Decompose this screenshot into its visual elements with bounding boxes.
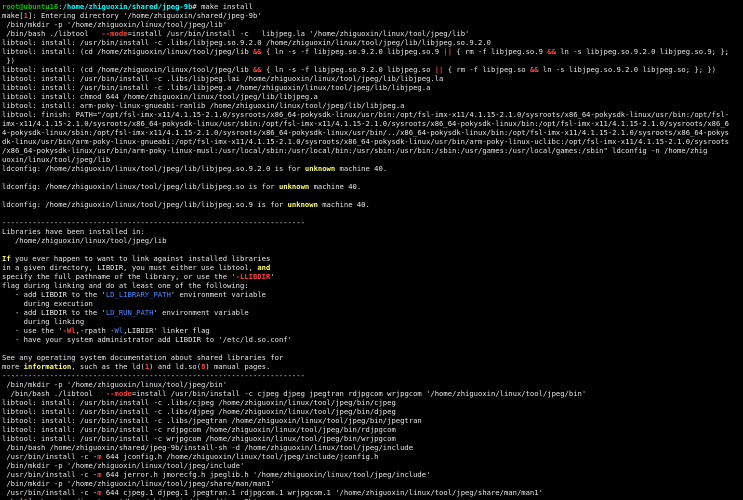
- output-line: libtool: install: chmod 644 /home/zhiguo…: [2, 92, 318, 101]
- output-line: 4-pokysdk-linux/sbin:/opt/fsl-imx-x11/4.…: [2, 128, 729, 137]
- output-line: libtool: install: /usr/bin/install -c .l…: [2, 83, 430, 92]
- output-line: - have your system administrator add LIB…: [2, 335, 292, 344]
- output-line: imx-x11/4.1.15-2.1.0/sysroots/x86_64-pok…: [2, 119, 729, 128]
- output-line: libtool: install: arm-poky-linux-gnueabi…: [2, 101, 404, 110]
- output-line: libtool: install: /usr/bin/install -c .l…: [2, 407, 396, 416]
- command: make install: [201, 2, 253, 11]
- output-line: flag during linking and do at least one …: [2, 281, 249, 290]
- output-line: /bin/mkdir -p '/home/zhiguoxin/linux/too…: [2, 461, 244, 470]
- output-line: /bin/mkdir -p '/home/zhiguoxin/linux/too…: [2, 20, 227, 29]
- output-line: /bin/mkdir -p '/home/zhiguoxin/linux/too…: [2, 479, 275, 488]
- output-line: Libraries have been installed in:: [2, 227, 145, 236]
- output-line: libtool: install: /usr/bin/install -c .l…: [2, 38, 491, 47]
- output-line: libtool: finish: PATH="/opt/fsl-imx-x11/…: [2, 110, 729, 119]
- separator: ----------------------------------------…: [2, 371, 305, 380]
- output-line: /bin/mkdir -p '/home/zhiguoxin/linux/too…: [2, 380, 227, 389]
- output-line: /home/zhiguoxin/linux/tool/jpeg/lib: [2, 236, 166, 245]
- terminal-output[interactable]: root@ubuntu16:/home/zhiguoxin/shared/jpe…: [0, 0, 743, 500]
- output-line: /bin/bash /home/zhiguoxin/shared/jpeg-9b…: [2, 443, 413, 452]
- prompt-user: root@ubuntu16: [2, 2, 58, 11]
- output-line: /x86_64-pokysdk-linux/usr/bin/arm-poky-l…: [2, 146, 707, 155]
- output-line: during execution: [2, 299, 93, 308]
- output-line: during linking: [2, 317, 84, 326]
- output-line: libtool: install: /usr/bin/install -c .l…: [2, 74, 443, 83]
- output-line: libtool: install: /usr/bin/install -c rd…: [2, 425, 396, 434]
- output-line: libtool: install: /usr/bin/install -c wr…: [2, 434, 396, 443]
- output-line: dk-linux/usr/bin/arm-poky-linux-gnueabi:…: [2, 137, 729, 146]
- output-line: libtool: install: /usr/bin/install -c .l…: [2, 398, 396, 407]
- prompt-path: /home/zhiguoxin/shared/jpeg-9b: [63, 2, 193, 11]
- output-line: See any operating system documentation a…: [2, 353, 283, 362]
- output-line: uoxin/linux/tool/jpeg/lib: [2, 155, 110, 164]
- separator: ----------------------------------------…: [2, 218, 305, 227]
- output-line: libtool: install: /usr/bin/install -c .l…: [2, 416, 422, 425]
